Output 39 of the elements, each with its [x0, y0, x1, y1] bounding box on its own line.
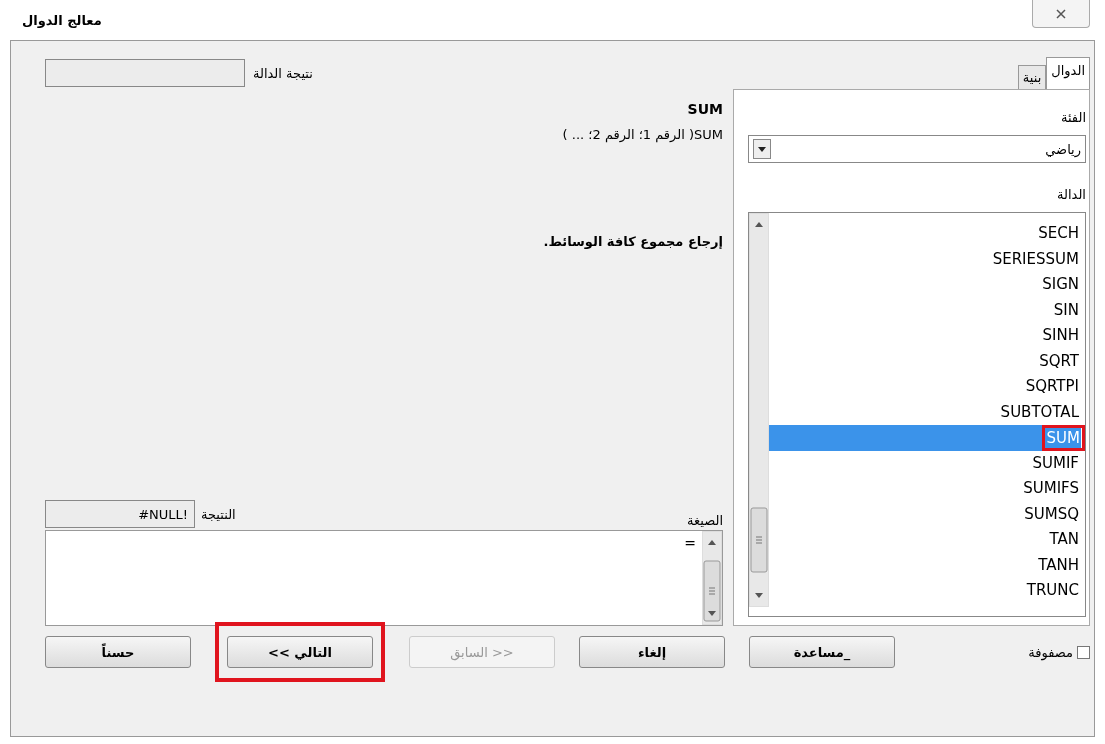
- result-field: #NULL!: [45, 500, 195, 528]
- category-label: الفئة: [1059, 110, 1086, 125]
- scrollbar-drawing[interactable]: [749, 213, 769, 607]
- formula-label: الصيغة: [687, 513, 723, 528]
- dialog-button[interactable]: التالي >>: [227, 636, 373, 668]
- function-item[interactable]: SECH: [769, 221, 1081, 247]
- function-item[interactable]: TRUNC: [769, 578, 1081, 604]
- function-item[interactable]: SQRT: [769, 348, 1081, 374]
- dialog-button[interactable]: إلغاء: [579, 636, 725, 668]
- window-title: معالج الدوال: [22, 12, 102, 28]
- dialog-button[interactable]: _مساعدة: [749, 636, 895, 668]
- function-item[interactable]: SUMSQ: [769, 501, 1081, 527]
- function-item[interactable]: TAN: [769, 527, 1081, 553]
- function-item[interactable]: SINH: [769, 323, 1081, 349]
- formula-field[interactable]: =: [45, 530, 723, 626]
- function-item[interactable]: SUMIFS: [769, 476, 1081, 502]
- result-label: النتيجة: [201, 506, 236, 522]
- function-result-label: نتيجة الدالة: [253, 65, 313, 81]
- tab[interactable]: بنية: [1017, 65, 1047, 89]
- close-icon: [1056, 8, 1066, 19]
- function-item[interactable]: SERIESSUM: [769, 246, 1081, 272]
- array-checkbox[interactable]: [1077, 645, 1090, 659]
- function-item[interactable]: SUBTOTAL: [769, 399, 1081, 425]
- function-item[interactable]: SQRTPI: [769, 374, 1081, 400]
- function-item[interactable]: SIGN: [769, 272, 1081, 298]
- function-name: SUM: [1041, 425, 1085, 451]
- function-name-heading: SUM: [686, 101, 723, 117]
- function-item[interactable]: SIN: [769, 297, 1081, 323]
- function-item[interactable]: SUMIF: [769, 450, 1081, 476]
- array-label: مصفوفة: [1028, 644, 1073, 660]
- scrollbar-drawing[interactable]: [702, 531, 722, 625]
- close-button[interactable]: [1032, 0, 1090, 28]
- dialog-button[interactable]: حسناً: [45, 636, 191, 668]
- category-dropdown[interactable]: رياضي: [748, 135, 1086, 163]
- function-label: الدالة: [1056, 187, 1086, 202]
- function-item[interactable]: TANH: [769, 552, 1081, 578]
- tab[interactable]: الدوال: [1046, 57, 1090, 89]
- function-description: إرجاع مجموع كافة الوسائط.: [542, 234, 723, 249]
- function-syntax: SUM( الرقم 1؛ الرقم 2؛ ... ): [561, 127, 723, 142]
